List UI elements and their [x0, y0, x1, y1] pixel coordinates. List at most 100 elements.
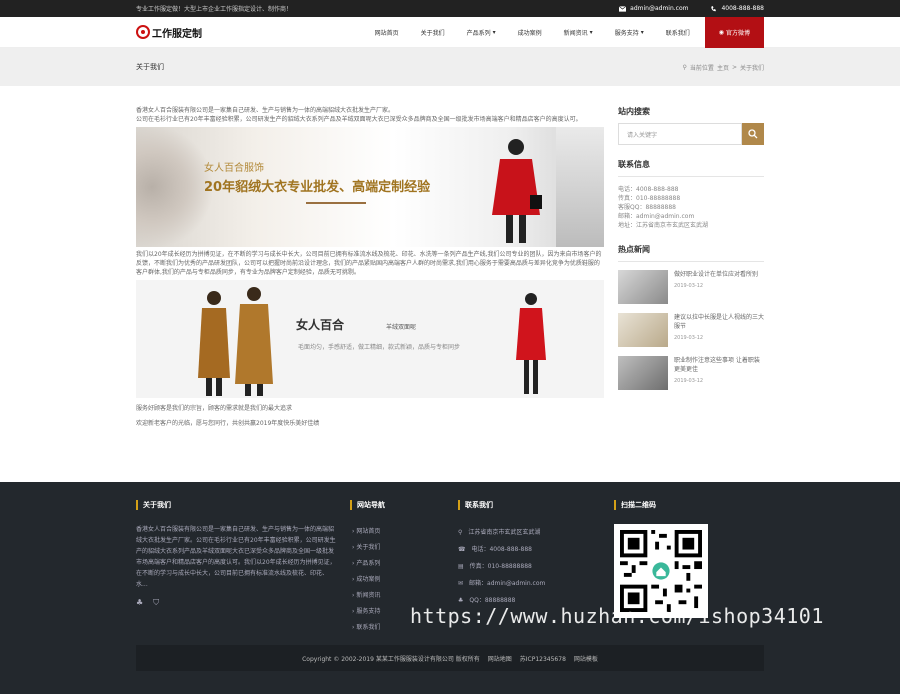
banner1-divider — [306, 202, 366, 204]
search-box: 请入关键字 — [618, 123, 764, 145]
model-figure — [235, 287, 273, 396]
article-content: 香港女人百合服装有限公司是一家集自己研发、生产与销售为一体的高端貂绒大衣批发生产… — [136, 106, 604, 482]
footer-link-template[interactable]: 网站模板 — [574, 654, 598, 663]
qr-code-icon — [620, 530, 702, 612]
nav-news-label: 新闻资讯 — [563, 29, 588, 37]
top-email[interactable]: admin@admin.com — [619, 5, 688, 12]
chevron-down-icon: ▾ — [589, 28, 593, 36]
footer-contact-email: ✉ 邮箱：admin@admin.com — [458, 575, 614, 592]
news-headline[interactable]: 职业制作注意这些事项 让着职装更美更佳 — [674, 356, 764, 374]
fax-icon: ▤ — [458, 563, 464, 570]
breadcrumb-current: 关于我们 — [739, 64, 764, 72]
tower-image — [556, 127, 604, 247]
paragraph: 服务好顾客是我们的宗旨，顾客的需求就是我们的最大追求 — [136, 405, 293, 412]
page-title: 关于我们 — [136, 63, 164, 71]
nav-about[interactable]: 关于我们 — [410, 17, 456, 48]
news-list: 做好职业设计在单位应对看所别 2019-03-12 建议以拉中长服是让人视线的三… — [618, 261, 764, 390]
phone-icon: ☎ — [458, 546, 466, 553]
location-icon: ⚲ — [458, 529, 463, 536]
nav-support[interactable]: 服务支持 ▾ — [604, 17, 655, 48]
footer-about-title: 关于我们 — [136, 500, 336, 510]
qq-icon[interactable]: ♣ — [136, 598, 143, 608]
footer-link-sitemap[interactable]: 网站地图 — [488, 654, 512, 663]
contact-email: 邮箱：admin@admin.com — [618, 213, 695, 220]
contact-qq: 客服QQ：88888888 — [618, 204, 676, 211]
site-header: 工作服定制 网站首页 关于我们 产品系列 ▾ 成功案例 新闻资讯 ▾ 服务支持 ▾ 联… — [0, 16, 900, 48]
footer-contact-phone: ☎ 电话：4008-888-888 — [458, 541, 614, 558]
banner1-title: 20年貂绒大衣专业批发、高端定制经验 — [204, 180, 431, 195]
footer-nav-item[interactable]: › 新闻资讯 — [350, 588, 458, 604]
site-logo[interactable]: 工作服定制 — [136, 25, 202, 40]
footer-link-icp[interactable]: 苏ICP12345678 — [520, 654, 566, 663]
nav-contact[interactable]: 联系我们 — [655, 17, 701, 48]
breadcrumb-prefix: 当前位置 — [689, 64, 714, 72]
footer-contact-fax: ▤ 传真：010-88888888 — [458, 558, 614, 575]
chevron-down-icon: ▾ — [492, 28, 496, 36]
footer-about-text: 香港女人百合服装有限公司是一家集自己研发、生产与销售为一体的高端貂绒大衣批发生产… — [136, 526, 336, 588]
nav-home[interactable]: 网站首页 — [364, 17, 410, 48]
top-phone-text: 4008-888-888 — [721, 5, 764, 12]
model-figure — [492, 139, 542, 243]
news-date: 2019-03-12 — [674, 283, 704, 289]
news-item[interactable]: 建议以拉中长服是让人视线的三大服节 2019-03-12 — [618, 313, 764, 347]
search-title: 站内搜索 — [618, 107, 650, 116]
top-phone[interactable]: 4008-888-888 — [710, 5, 764, 12]
footer-nav-label: 网站首页 — [356, 528, 381, 535]
nav-products[interactable]: 产品系列 ▾ — [456, 17, 507, 48]
news-item[interactable]: 做好职业设计在单位应对看所别 2019-03-12 — [618, 270, 764, 304]
main-nav: 网站首页 关于我们 产品系列 ▾ 成功案例 新闻资讯 ▾ 服务支持 ▾ 联系我们 ◉ 官… — [364, 16, 900, 48]
footer-nav-item[interactable]: › 产品系列 — [350, 556, 458, 572]
search-button[interactable] — [742, 123, 764, 145]
top-bar: 专业工作服定做！大型上市企业工作服指定设计、制作商！ admin@admin.c… — [0, 0, 900, 17]
search-input[interactable]: 请入关键字 — [618, 123, 742, 145]
watermark-text: https://www.huzhan.com/ishop34101 — [410, 604, 824, 628]
page-title-band: 关于我们 ⚲ 当前位置 主页 > 关于我们 — [0, 48, 900, 86]
news-date: 2019-03-12 — [674, 378, 704, 384]
nav-cases[interactable]: 成功案例 — [507, 17, 553, 48]
footer-nav-item[interactable]: › 成功案例 — [350, 572, 458, 588]
footer-phone-text: 电话：4008-888-888 — [471, 546, 532, 553]
breadcrumb-home[interactable]: 主页 — [717, 63, 729, 72]
paragraph: 欢迎新老客户的光临，愿与您同行，共创共赢2019年度快乐美好佳绩 — [136, 420, 320, 427]
news-date: 2019-03-12 — [674, 335, 704, 341]
news-title: 热点新闻 — [618, 245, 650, 254]
footer-nav-label: 服务支持 — [356, 608, 381, 615]
footer-nav-label: 成功案例 — [356, 576, 381, 583]
search-icon — [748, 129, 758, 139]
banner-image-1: 女人百合服饰 20年貂绒大衣专业批发、高端定制经验 — [136, 127, 604, 247]
news-thumbnail — [618, 270, 668, 304]
news-thumbnail — [618, 313, 668, 347]
phone-icon — [711, 5, 717, 11]
top-email-text: admin@admin.com — [630, 5, 689, 12]
footer-fax-text: 传真：010-88888888 — [469, 563, 532, 570]
mail-icon — [619, 5, 627, 12]
footer-address-text: 江苏省南京市玄武区玄武湖 — [468, 529, 541, 536]
banner-image-2: 女人百合 羊绒双面呢 毛面均匀，手感舒适，做工精细，款式新颖，品质与专柜同步 — [136, 280, 604, 398]
weibo-button[interactable]: ◉ 官方微博 — [704, 16, 764, 48]
paragraph: 公司在毛衫行业已有20年丰富经验积累，公司研发生产的貂绒大衣系列产品及羊绒双面呢… — [136, 116, 582, 123]
sidebar: 站内搜索 请入关键字 联系信息 电话：4008-888-888 传真：010-8… — [618, 106, 764, 482]
footer-nav-label: 联系我们 — [356, 624, 381, 631]
footer-nav-label: 关于我们 — [356, 544, 381, 551]
nav-news[interactable]: 新闻资讯 ▾ — [553, 17, 604, 48]
banner2-tagline: 毛面均匀，手感舒适，做工精细，款式新颖，品质与专柜同步 — [298, 344, 461, 351]
model-figure — [516, 293, 546, 394]
site-footer: 关于我们 香港女人百合服装有限公司是一家集自己研发、生产与销售为一体的高端貂绒大… — [0, 482, 900, 694]
contact-title: 联系信息 — [618, 160, 650, 169]
footer-about: 关于我们 香港女人百合服装有限公司是一家集自己研发、生产与销售为一体的高端貂绒大… — [136, 500, 350, 645]
footer-nav-item[interactable]: › 网站首页 — [350, 524, 458, 540]
nav-products-label: 产品系列 — [466, 29, 491, 37]
logo-icon — [136, 25, 150, 39]
footer-nav-item[interactable]: › 关于我们 — [350, 540, 458, 556]
footer-contact-address: ⚲ 江苏省南京市玄武区玄武湖 — [458, 524, 614, 541]
news-item[interactable]: 职业制作注意这些事项 让着职装更美更佳 2019-03-12 — [618, 356, 764, 390]
news-headline[interactable]: 做好职业设计在单位应对看所别 — [674, 270, 758, 279]
cart-icon[interactable]: ⛉ — [153, 598, 159, 608]
main-area: 香港女人百合服装有限公司是一家集自己研发、生产与销售为一体的高端貂绒大衣批发生产… — [0, 86, 900, 482]
banner1-subtitle: 女人百合服饰 — [204, 163, 264, 174]
contact-phone: 电话：4008-888-888 — [618, 186, 679, 193]
contact-address: 地址：江苏省南京市玄武区玄武湖 — [618, 222, 709, 229]
breadcrumb: ⚲ 当前位置 主页 > 关于我们 — [683, 63, 764, 72]
contact-info: 电话：4008-888-888 传真：010-88888888 客服QQ：888… — [618, 176, 764, 230]
news-headline[interactable]: 建议以拉中长服是让人视线的三大服节 — [674, 313, 764, 331]
